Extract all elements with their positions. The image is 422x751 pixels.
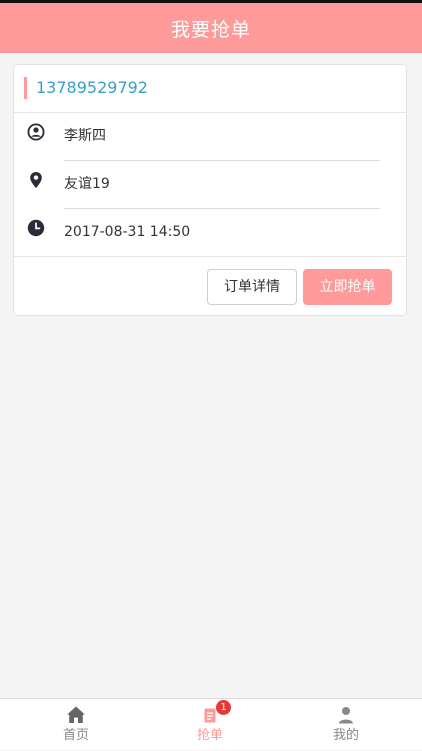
grab-order-button[interactable]: 立即抢单 — [303, 269, 392, 305]
customer-name: 李斯四 — [64, 128, 106, 144]
order-card-header: 13789529792 — [14, 65, 406, 113]
customer-phone[interactable]: 13789529792 — [36, 77, 148, 99]
person-icon — [339, 707, 353, 724]
tab-grab-orders-label: 抢单 — [196, 728, 223, 743]
time-row: 2017-08-31 14:50 — [14, 209, 406, 257]
tab-home-label: 首页 — [62, 728, 89, 743]
order-card-actions: 订单详情 立即抢单 — [14, 256, 406, 316]
home-icon — [67, 706, 85, 723]
address-row: 友谊19 — [14, 161, 406, 209]
user-circle-icon — [27, 123, 45, 141]
page-title: 我要抢单 — [170, 18, 251, 41]
bottom-tab-bar: 首页 1 抢单 我的 — [0, 698, 422, 750]
tab-grab-orders[interactable]: 1 抢单 — [140, 699, 280, 751]
notification-badge: 1 — [216, 700, 231, 715]
order-address: 友谊19 — [64, 176, 110, 192]
accent-bar — [24, 77, 27, 99]
order-detail-button[interactable]: 订单详情 — [207, 269, 297, 305]
app-header: 我要抢单 — [0, 3, 422, 53]
tab-home[interactable]: 首页 — [6, 699, 146, 751]
customer-name-row: 李斯四 — [14, 113, 406, 161]
tab-mine[interactable]: 我的 — [276, 699, 416, 751]
clock-icon — [27, 219, 45, 237]
order-time: 2017-08-31 14:50 — [64, 224, 191, 240]
tab-mine-label: 我的 — [332, 728, 359, 743]
location-pin-icon — [30, 172, 42, 188]
order-card: 13789529792 李斯四 友谊19 2017-08-31 14:50 订单… — [13, 64, 407, 316]
